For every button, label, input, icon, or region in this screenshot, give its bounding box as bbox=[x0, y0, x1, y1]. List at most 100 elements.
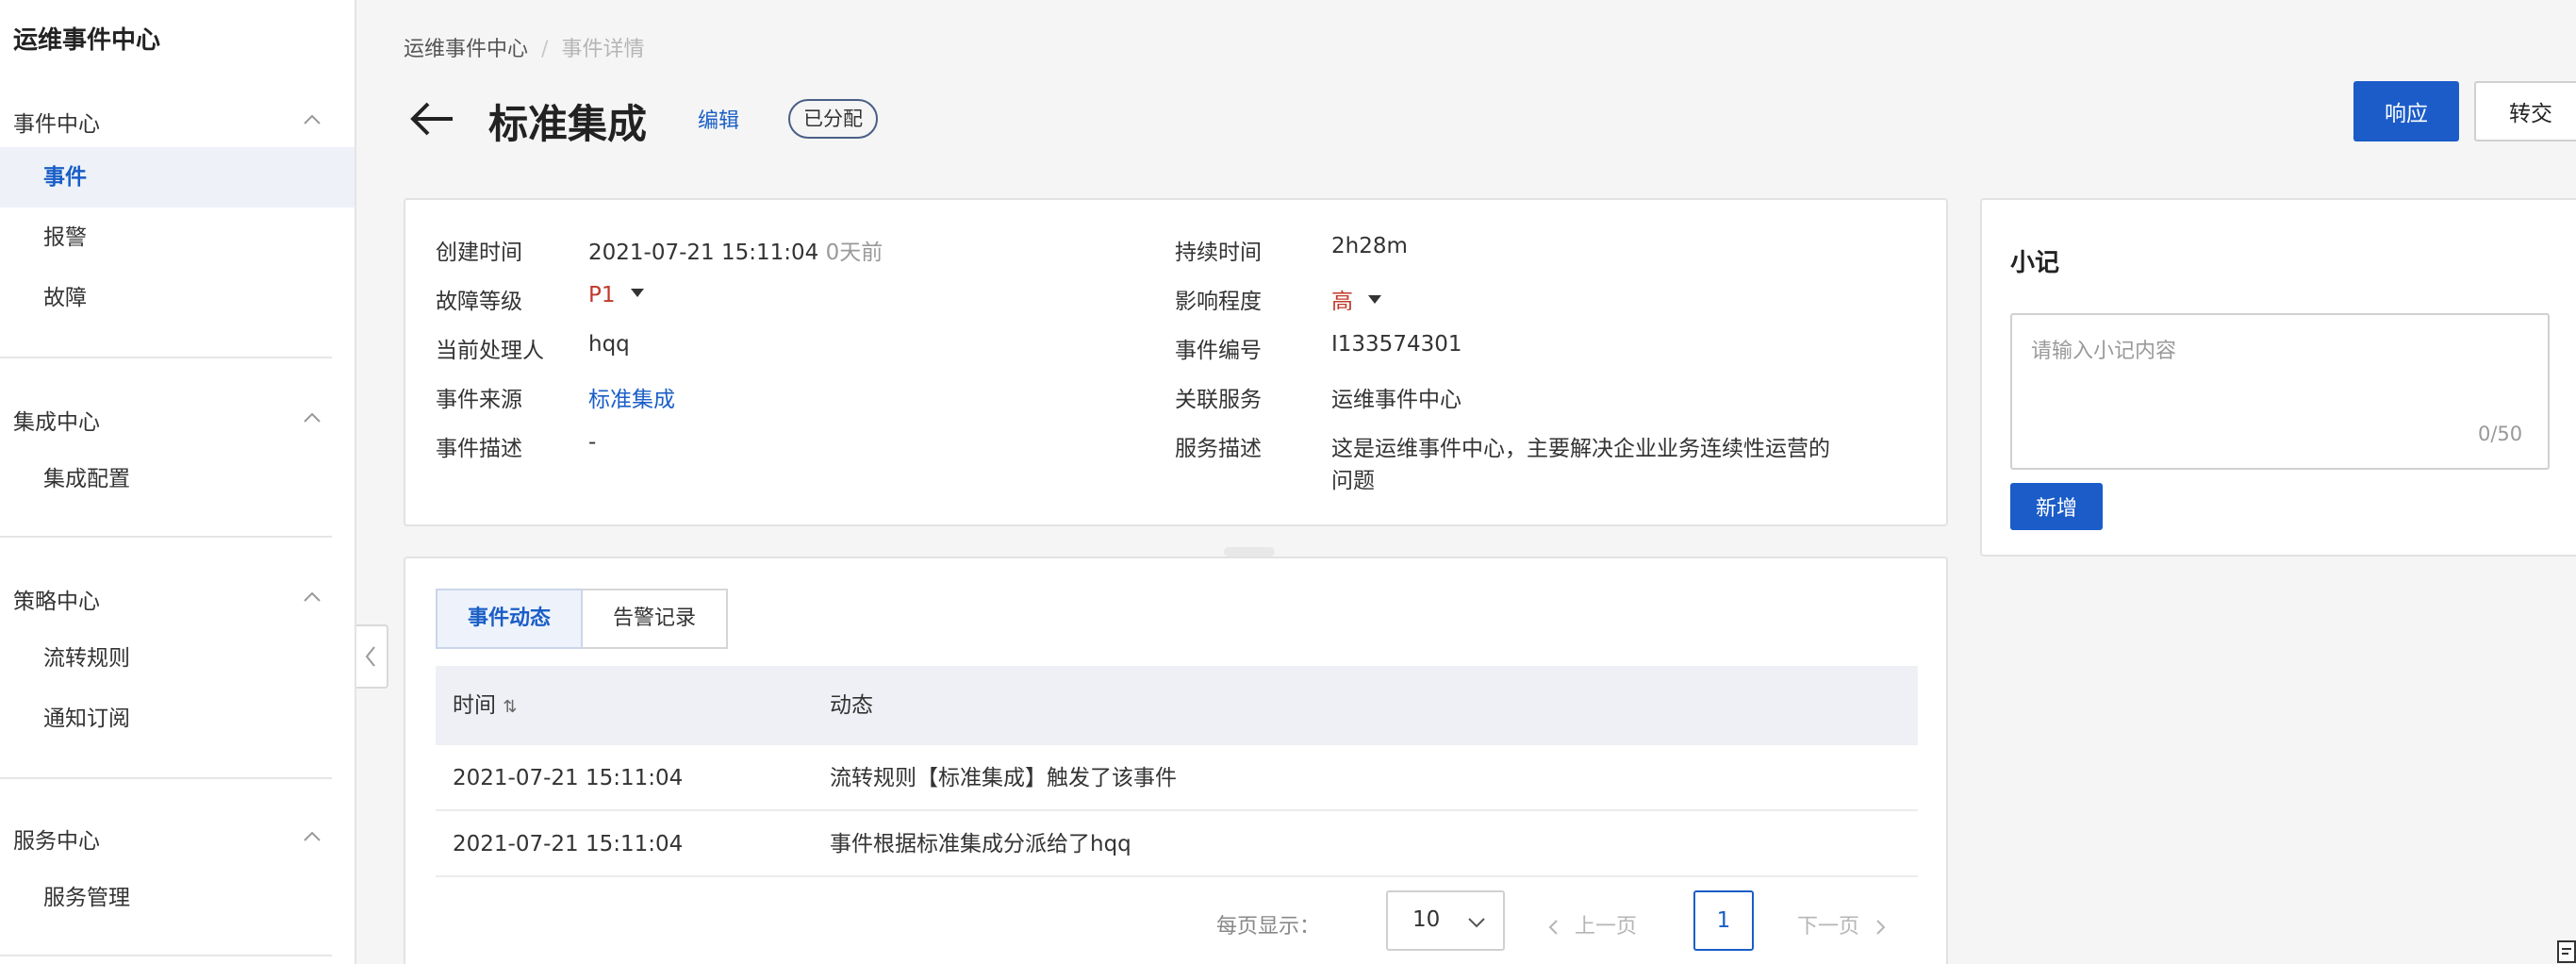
sidebar-item-fault[interactable]: 故障 bbox=[0, 268, 355, 328]
page-title: 标准集成 bbox=[488, 101, 648, 147]
source-link[interactable]: 标准集成 bbox=[588, 381, 675, 413]
handler-label: 当前处理人 bbox=[436, 339, 544, 363]
menu-group-integration-center[interactable]: 集成中心 bbox=[13, 404, 324, 436]
fault-level-label: 故障等级 bbox=[436, 290, 522, 314]
main-content: 运维事件中心 / 事件详情 标准集成 编辑 已分配 响应 转交 创建时间 2021-… bbox=[358, 0, 2576, 964]
chevron-up-icon bbox=[304, 412, 321, 423]
row-time: 2021-07-21 15:11:04 bbox=[453, 832, 684, 856]
impact-select[interactable]: 高 bbox=[1331, 283, 1381, 315]
handler-value: hqq bbox=[588, 332, 630, 357]
note-char-count: 0/50 bbox=[2478, 423, 2523, 445]
description-label: 事件描述 bbox=[436, 437, 522, 461]
note-card: 小记 0/50 新增 bbox=[1980, 198, 2576, 557]
divider bbox=[0, 955, 332, 956]
sidebar-item-service-management[interactable]: 服务管理 bbox=[0, 868, 355, 928]
breadcrumb: 运维事件中心 / 事件详情 bbox=[404, 32, 644, 62]
event-number-label: 事件编号 bbox=[1175, 339, 1262, 363]
status-badge: 已分配 bbox=[788, 99, 878, 139]
table-row: 2021-07-21 15:11:04 事件根据标准集成分派给了hqq bbox=[436, 811, 1918, 877]
menu-group-label: 集成中心 bbox=[13, 410, 100, 435]
fault-level-value: P1 bbox=[588, 283, 616, 307]
note-title: 小记 bbox=[2010, 249, 2060, 277]
menu-group-event-center[interactable]: 事件中心 bbox=[13, 106, 324, 138]
table-row: 2021-07-21 15:11:04 流转规则【标准集成】触发了该事件 bbox=[436, 745, 1918, 811]
activity-card: 事件动态 告警记录 时间 ⇅ 动态 2021-07-21 15:11:04 流转… bbox=[404, 557, 1948, 964]
menu-group-label: 策略中心 bbox=[13, 590, 100, 614]
column-event: 动态 bbox=[830, 693, 873, 718]
activity-table: 时间 ⇅ 动态 2021-07-21 15:11:04 流转规则【标准集成】触发… bbox=[436, 666, 1918, 877]
divider bbox=[0, 536, 332, 538]
fault-level-select[interactable]: P1 bbox=[588, 283, 644, 307]
breadcrumb-root[interactable]: 运维事件中心 bbox=[404, 38, 528, 61]
prev-page-label: 上一页 bbox=[1575, 915, 1638, 939]
chevron-right-icon bbox=[1876, 920, 1886, 935]
divider bbox=[0, 357, 332, 358]
sidebar-item-integration-config[interactable]: 集成配置 bbox=[0, 449, 355, 509]
caret-down-icon bbox=[630, 289, 644, 297]
respond-button[interactable]: 响应 bbox=[2353, 81, 2459, 141]
column-time[interactable]: 时间 ⇅ bbox=[453, 666, 517, 747]
created-time-value: 2021-07-21 15:11:04 0天前 bbox=[588, 234, 883, 266]
event-info-card: 创建时间 2021-07-21 15:11:04 0天前 故障等级 P1 当前处… bbox=[404, 198, 1948, 526]
sidebar: 运维事件中心 事件中心 事件 报警 故障 集成中心 集成配置 策略中心 流转规则… bbox=[0, 0, 356, 964]
sort-icon[interactable]: ⇅ bbox=[503, 697, 517, 717]
arrow-left-icon[interactable] bbox=[405, 92, 458, 145]
created-relative-time: 0天前 bbox=[825, 241, 883, 265]
page-number-current[interactable]: 1 bbox=[1693, 890, 1754, 951]
sidebar-item-event[interactable]: 事件 bbox=[0, 147, 355, 208]
row-time: 2021-07-21 15:11:04 bbox=[453, 766, 684, 790]
column-time-label: 时间 bbox=[453, 693, 496, 718]
duration-value: 2h28m bbox=[1331, 234, 1408, 258]
breadcrumb-separator: / bbox=[541, 38, 549, 61]
breadcrumb-current: 事件详情 bbox=[561, 38, 645, 61]
chevron-up-icon bbox=[304, 114, 321, 125]
next-page-label: 下一页 bbox=[1797, 915, 1860, 939]
chevron-up-icon bbox=[304, 831, 321, 841]
event-number-value: I133574301 bbox=[1331, 332, 1462, 357]
pagination: 每页显示： 10 上一页 1 下一页 bbox=[405, 890, 1950, 955]
impact-value: 高 bbox=[1331, 290, 1353, 314]
duration-label: 持续时间 bbox=[1175, 241, 1262, 265]
table-header: 时间 ⇅ 动态 bbox=[436, 666, 1918, 745]
note-input[interactable] bbox=[2010, 313, 2550, 470]
sidebar-item-flow-rules[interactable]: 流转规则 bbox=[0, 628, 355, 689]
chevron-down-icon bbox=[1468, 918, 1485, 928]
related-service-value: 运维事件中心 bbox=[1331, 381, 1461, 413]
row-event: 流转规则【标准集成】触发了该事件 bbox=[830, 766, 1177, 790]
prev-page-button[interactable]: 上一页 bbox=[1546, 909, 1637, 939]
caret-down-icon bbox=[1368, 295, 1381, 304]
sidebar-item-notify-subscription[interactable]: 通知订阅 bbox=[0, 689, 355, 749]
chevron-left-icon bbox=[1548, 920, 1558, 935]
divider bbox=[0, 777, 332, 779]
description-value: - bbox=[588, 430, 597, 455]
service-description-line1: 这是运维事件中心，主要解决企业业务连续性运营的 bbox=[1331, 437, 1830, 461]
impact-label: 影响程度 bbox=[1175, 290, 1262, 314]
tab-alert-records[interactable]: 告警记录 bbox=[583, 589, 729, 649]
help-icon[interactable] bbox=[2555, 938, 2576, 964]
related-service-name: 运维事件中心 bbox=[1331, 388, 1461, 412]
created-time: 2021-07-21 15:11:04 bbox=[588, 241, 819, 265]
edit-link[interactable]: 编辑 bbox=[698, 104, 739, 134]
chevron-up-icon bbox=[304, 591, 321, 602]
row-event: 事件根据标准集成分派给了hqq bbox=[830, 832, 1131, 856]
next-page-button[interactable]: 下一页 bbox=[1797, 909, 1888, 939]
tab-event-activity[interactable]: 事件动态 bbox=[436, 589, 584, 649]
menu-group-service-center[interactable]: 服务中心 bbox=[13, 823, 324, 855]
page-size-value: 10 bbox=[1412, 907, 1441, 932]
menu-group-label: 服务中心 bbox=[13, 829, 100, 854]
menu-group-policy-center[interactable]: 策略中心 bbox=[13, 583, 324, 615]
resize-handle[interactable] bbox=[1224, 547, 1275, 557]
source-label: 事件来源 bbox=[436, 388, 522, 412]
page-size-select[interactable]: 10 bbox=[1386, 890, 1505, 951]
activity-tabs: 事件动态 告警记录 bbox=[436, 589, 729, 649]
add-note-button[interactable]: 新增 bbox=[2010, 483, 2103, 530]
sidebar-item-alarm[interactable]: 报警 bbox=[0, 208, 355, 268]
app-title: 运维事件中心 bbox=[13, 26, 161, 55]
created-time-label: 创建时间 bbox=[436, 241, 522, 265]
page-size-label: 每页显示： bbox=[1216, 915, 1321, 939]
related-service-label: 关联服务 bbox=[1175, 388, 1262, 412]
service-description-line2: 问题 bbox=[1331, 469, 1375, 493]
transfer-button[interactable]: 转交 bbox=[2474, 81, 2576, 141]
service-description-label: 服务描述 bbox=[1175, 437, 1262, 461]
menu-group-label: 事件中心 bbox=[13, 112, 100, 137]
